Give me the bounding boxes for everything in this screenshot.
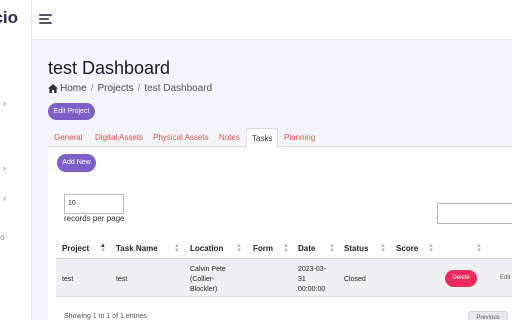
cell-location: Calvin Pete (Collier- Blockler) <box>190 265 226 295</box>
tab-digital-assets[interactable]: Digital Assets <box>95 128 143 147</box>
previous-page-button[interactable]: Previous <box>468 311 508 320</box>
brand-logo[interactable]: cio <box>0 8 32 32</box>
cell-status: Closed <box>344 276 366 283</box>
hamburger-menu-icon[interactable] <box>39 14 52 25</box>
sort-icon[interactable]: ▲ ▼ <box>283 243 289 254</box>
tab-general[interactable]: General <box>54 128 82 147</box>
breadcrumb-separator: / <box>137 83 141 94</box>
cell-project: test <box>62 276 74 283</box>
tab-physical-assets[interactable]: Physical Assets <box>153 128 209 147</box>
add-new-button[interactable]: Add New <box>57 154 96 172</box>
cell-location-line: (Collier- <box>190 276 215 283</box>
delete-button[interactable]: Delete <box>445 270 477 287</box>
sort-icon[interactable]: ▲ ▼ <box>236 243 242 254</box>
cell-date-line: 2023-03- <box>298 266 327 273</box>
chevron-right-icon[interactable]: › <box>3 193 6 203</box>
chevron-right-icon[interactable]: › <box>3 163 6 173</box>
home-icon <box>48 84 58 93</box>
chevron-right-icon[interactable]: › <box>3 98 6 108</box>
edit-project-button[interactable]: Edit Project <box>48 103 95 120</box>
column-header-status[interactable]: Status <box>344 244 368 253</box>
tab-tasks[interactable]: Tasks <box>246 128 279 148</box>
records-per-page-input[interactable]: 10 <box>64 194 124 214</box>
brand-text: cio <box>0 8 18 27</box>
sort-icon[interactable]: ▲ ▼ <box>380 243 386 254</box>
sort-icon[interactable]: ▲ ▼ <box>329 243 335 254</box>
table-info: Showing 1 to 1 of 1 entries <box>64 313 147 320</box>
records-per-page-label: records per page <box>64 214 125 223</box>
sidebar-item-stub[interactable]: d <box>0 233 4 242</box>
tab-notes[interactable]: Notes <box>219 128 240 147</box>
sidebar: cio › › › d <box>0 0 32 320</box>
edit-button[interactable]: Edit <box>500 275 510 281</box>
cell-task-name: test <box>116 276 128 283</box>
cell-location-line: Blockler) <box>190 286 218 293</box>
column-header-project[interactable]: Project <box>62 244 89 253</box>
column-header-location[interactable]: Location <box>190 244 223 253</box>
cell-date-line: 00:00:00 <box>298 286 326 293</box>
breadcrumb-separator: / <box>90 83 94 94</box>
cell-date: 2023-03- 31 00:00:00 <box>298 265 326 295</box>
tab-bar: General Digital Assets Physical Assets N… <box>48 128 512 148</box>
sort-icon[interactable]: ▲ ▼ <box>428 243 434 254</box>
search-input[interactable] <box>437 203 512 224</box>
cell-location-line: Calvin Pete <box>190 266 226 273</box>
sort-icon[interactable]: ▲ ▼ <box>476 243 482 254</box>
tab-planning[interactable]: Planning <box>284 128 315 147</box>
column-header-date[interactable]: Date <box>298 244 315 253</box>
column-header-form[interactable]: Form <box>253 244 273 253</box>
cell-date-line: 31 <box>298 276 306 283</box>
breadcrumb-home[interactable]: Home <box>60 83 87 94</box>
page-title: test Dashboard <box>48 58 171 78</box>
sort-ascending-icon[interactable]: ▲ ▼ <box>100 243 106 254</box>
breadcrumb: Home / Projects / test Dashboard <box>48 83 212 94</box>
column-header-task-name[interactable]: Task Name <box>116 244 158 253</box>
column-header-score[interactable]: Score <box>396 244 418 253</box>
breadcrumb-projects[interactable]: Projects <box>97 83 133 94</box>
top-bar <box>32 0 512 40</box>
sort-icon[interactable]: ▲ ▼ <box>174 243 180 254</box>
breadcrumb-current: test Dashboard <box>144 83 213 94</box>
